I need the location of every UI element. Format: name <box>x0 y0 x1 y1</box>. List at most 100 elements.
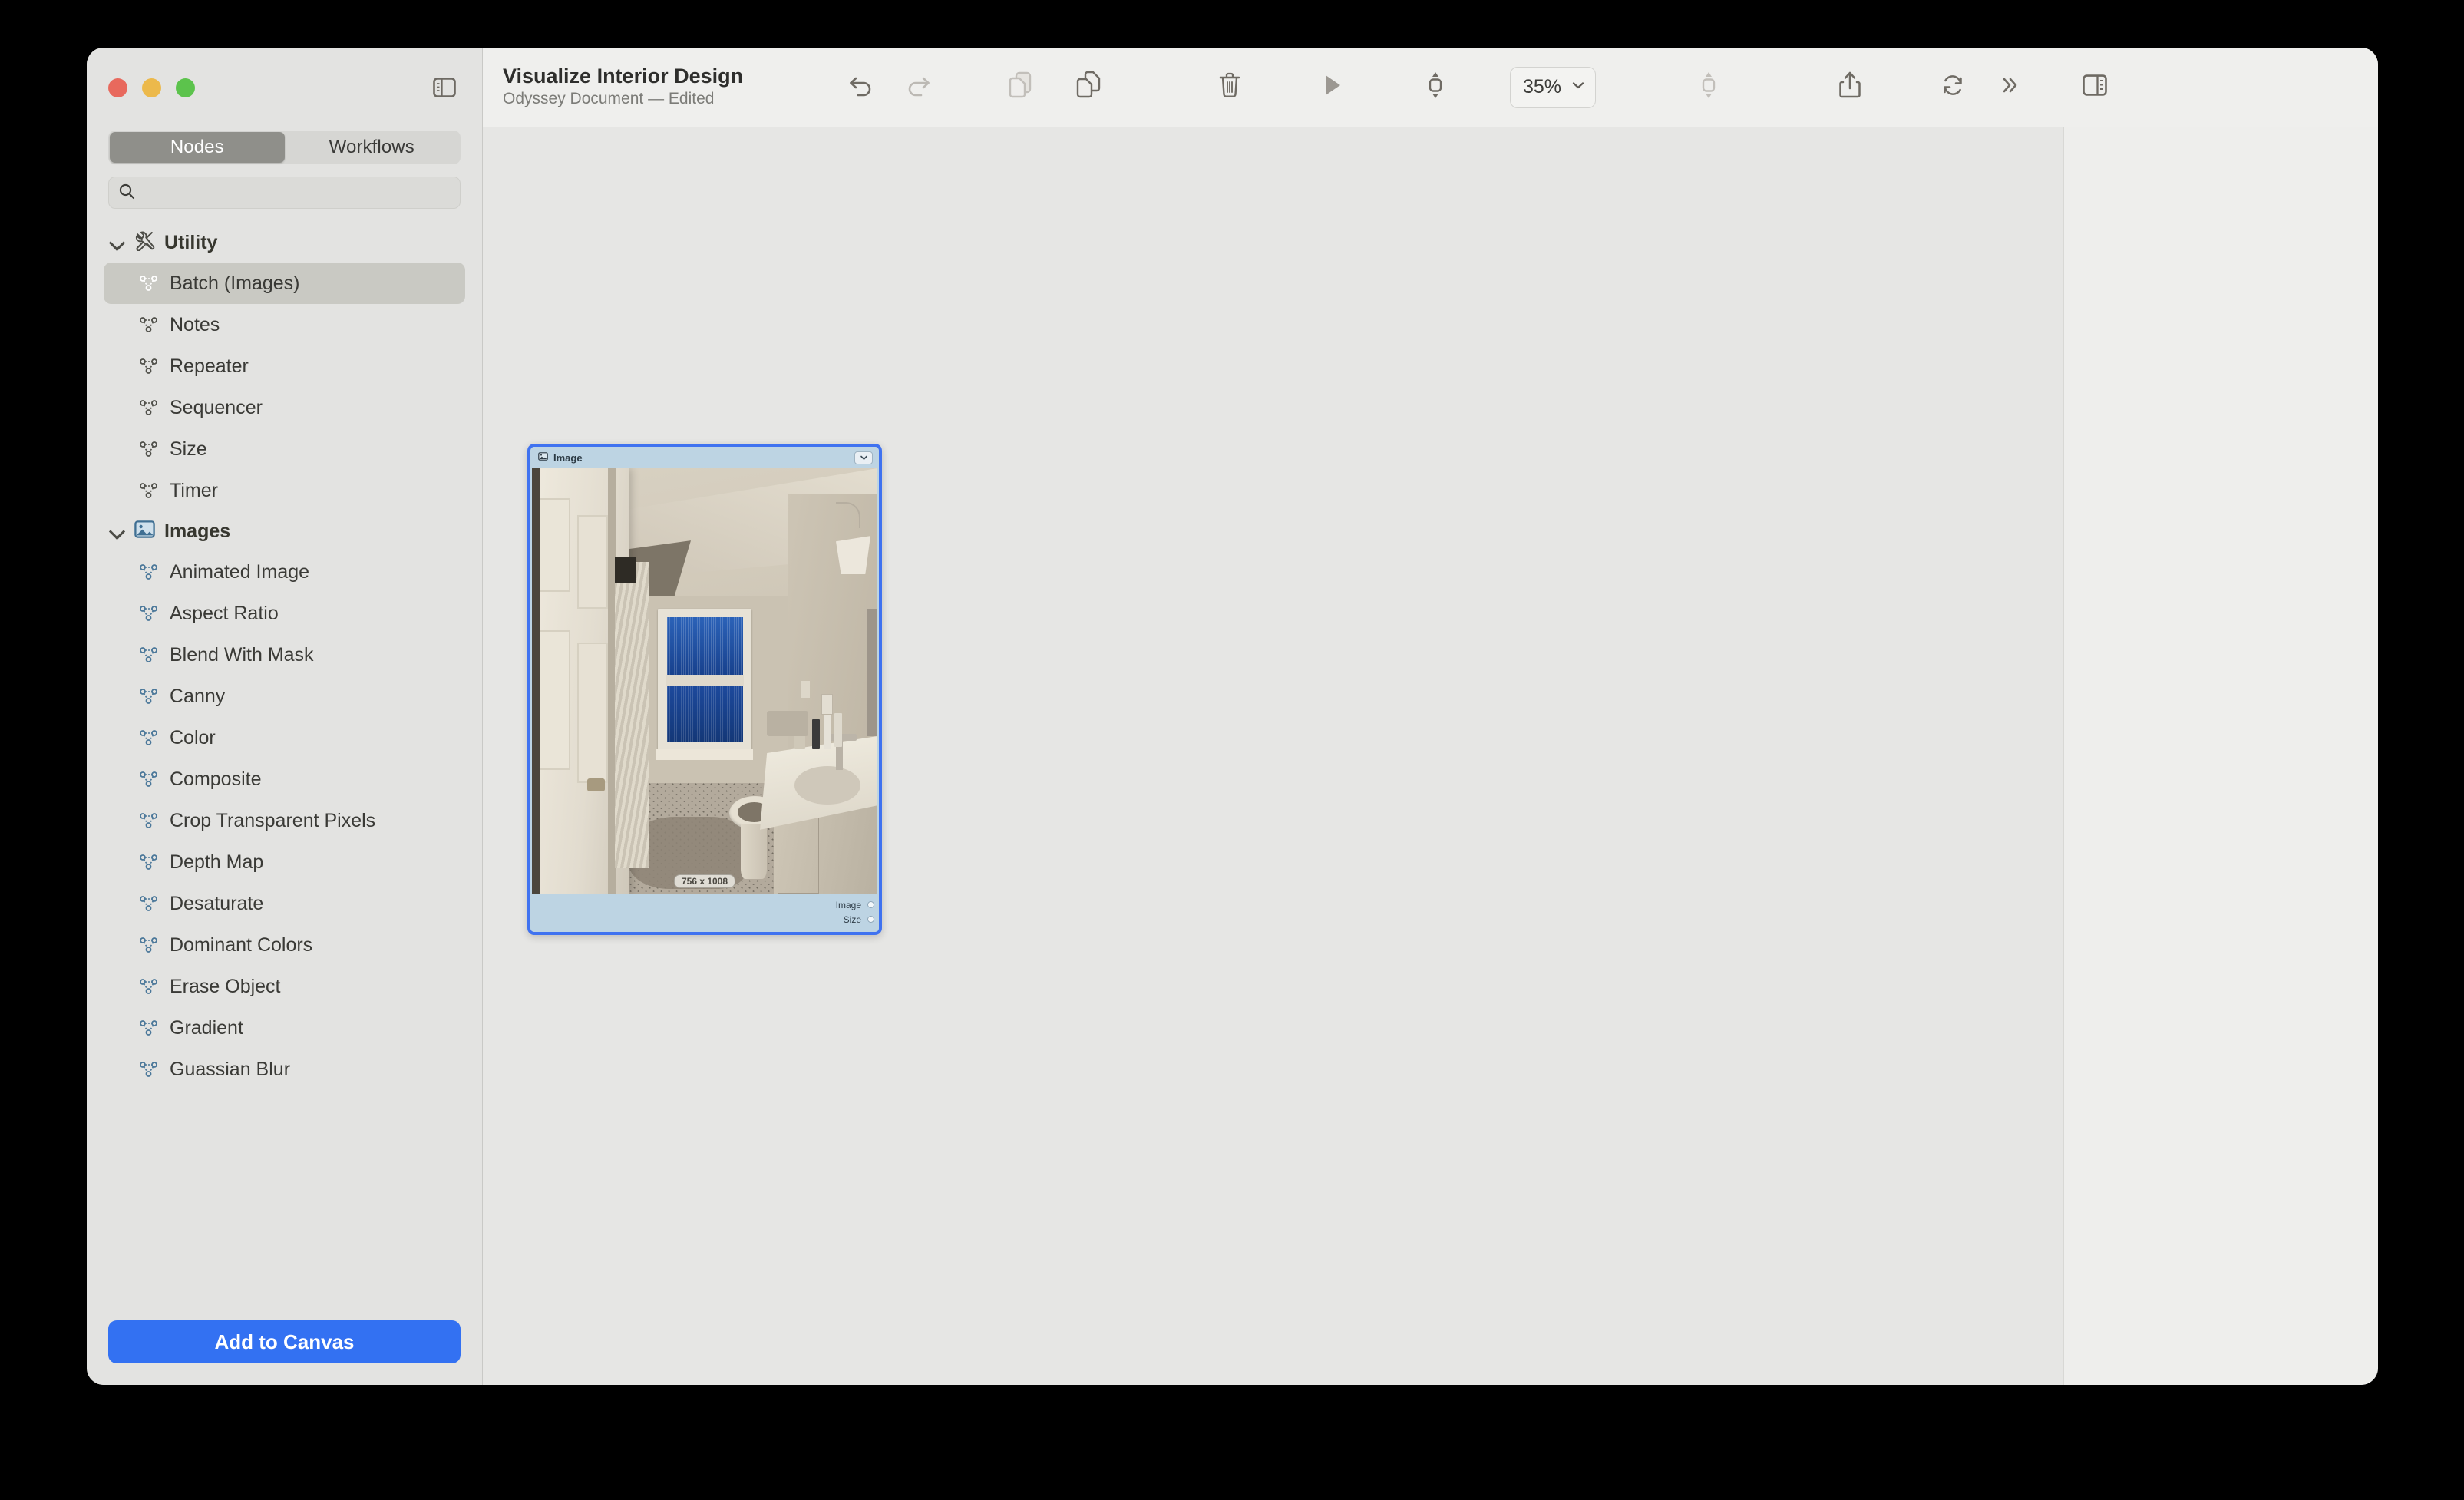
node-image-preview[interactable]: 756 x 1008 <box>532 468 877 894</box>
node-item-label: Guassian Blur <box>170 1059 290 1081</box>
node-menu-button[interactable] <box>854 451 873 464</box>
node-item-label: Size <box>170 438 207 461</box>
node-item-label: Blend With Mask <box>170 644 314 666</box>
node-graph-icon <box>139 356 159 376</box>
node-title: Image <box>553 452 583 464</box>
main-area: Visualize Interior Design Odyssey Docume… <box>483 48 2378 1385</box>
node-item-label: Composite <box>170 768 262 791</box>
node-graph-icon <box>139 894 159 914</box>
duplicate-button[interactable] <box>1060 59 1117 116</box>
node-item-erase-object[interactable]: Erase Object <box>104 966 465 1007</box>
zoom-button[interactable] <box>176 78 195 97</box>
fit-height-button[interactable] <box>1407 59 1464 116</box>
run-button[interactable] <box>1304 59 1361 116</box>
expand-button[interactable] <box>1981 59 2038 116</box>
node-item-timer[interactable]: Timer <box>104 470 465 511</box>
node-graph-icon <box>139 1059 159 1079</box>
node-output-ports: Image Size <box>530 894 879 932</box>
node-item-composite[interactable]: Composite <box>104 758 465 800</box>
node-graph-icon <box>139 481 159 501</box>
node-item-label: Animated Image <box>170 561 309 583</box>
node-item-canny[interactable]: Canny <box>104 676 465 717</box>
photo-icon <box>134 520 155 543</box>
toolbar: Visualize Interior Design Odyssey Docume… <box>483 48 2378 127</box>
sidebar-right-icon <box>2083 74 2107 100</box>
search-icon <box>118 183 135 203</box>
node-item-notes[interactable]: Notes <box>104 304 465 345</box>
node-item-color[interactable]: Color <box>104 717 465 758</box>
node-item-crop-transparent-pixels[interactable]: Crop Transparent Pixels <box>104 800 465 841</box>
node-graph-icon <box>139 935 159 955</box>
node-item-label: Depth Map <box>170 851 263 874</box>
trash-icon <box>1217 71 1242 103</box>
share-icon <box>1838 71 1861 104</box>
add-to-canvas-button[interactable]: Add to Canvas <box>108 1320 461 1363</box>
node-library-list[interactable]: Utility Batch (Images) <box>87 209 482 1310</box>
node-port-image[interactable]: Image <box>530 897 870 912</box>
node-canvas[interactable]: Image <box>483 127 2063 1385</box>
node-item-depth-map[interactable]: Depth Map <box>104 841 465 883</box>
window-titlebar <box>87 48 482 127</box>
canvas-node-image[interactable]: Image <box>527 444 882 935</box>
image-size-badge: 756 x 1008 <box>674 874 735 888</box>
group-header-utility[interactable]: Utility <box>104 223 465 263</box>
bathroom-photo: 756 x 1008 <box>532 468 877 894</box>
node-item-gradient[interactable]: Gradient <box>104 1007 465 1049</box>
zoom-level-value: 35% <box>1523 76 1561 98</box>
node-item-sequencer[interactable]: Sequencer <box>104 387 465 428</box>
fit-vertical-icon <box>1424 71 1447 104</box>
photo-small-icon <box>538 451 548 464</box>
desktop-background: Nodes Workflows <box>0 0 2464 1500</box>
sync-button[interactable] <box>1924 59 1981 116</box>
redo-button[interactable] <box>890 59 946 116</box>
redo-arrow-icon <box>903 72 933 102</box>
chevron-down-icon[interactable] <box>110 235 125 250</box>
node-item-label: Gradient <box>170 1017 243 1039</box>
traffic-lights <box>108 78 195 97</box>
node-item-repeater[interactable]: Repeater <box>104 345 465 387</box>
app-window: Nodes Workflows <box>87 48 2378 1385</box>
arrange-button[interactable] <box>1680 59 1737 116</box>
node-header[interactable]: Image <box>530 447 879 468</box>
tab-workflows[interactable]: Workflows <box>285 132 460 163</box>
node-item-dominant-colors[interactable]: Dominant Colors <box>104 924 465 966</box>
node-item-label: Batch (Images) <box>170 273 300 295</box>
group-header-images[interactable]: Images <box>104 511 465 551</box>
node-graph-icon <box>139 811 159 831</box>
panel-tabs: Nodes Workflows <box>108 131 461 164</box>
search-field[interactable] <box>108 177 461 209</box>
page-title: Visualize Interior Design <box>503 64 833 88</box>
undo-arrow-icon <box>847 72 876 102</box>
tab-nodes[interactable]: Nodes <box>110 132 285 163</box>
share-button[interactable] <box>1822 59 1878 116</box>
sidebar-left-icon[interactable] <box>428 71 461 104</box>
port-connector[interactable] <box>867 916 874 923</box>
close-button[interactable] <box>108 78 127 97</box>
inspector-toggle-button[interactable] <box>2066 59 2123 116</box>
minimize-button[interactable] <box>142 78 161 97</box>
search-input[interactable] <box>143 183 451 203</box>
node-graph-icon <box>139 1018 159 1038</box>
node-item-desaturate[interactable]: Desaturate <box>104 883 465 924</box>
port-connector[interactable] <box>867 901 874 908</box>
node-port-size[interactable]: Size <box>530 912 870 927</box>
node-item-label: Notes <box>170 314 220 336</box>
node-item-batch-images[interactable]: Batch (Images) <box>104 263 465 304</box>
node-item-size[interactable]: Size <box>104 428 465 470</box>
node-item-animated-image[interactable]: Animated Image <box>104 551 465 593</box>
chevron-down-icon[interactable] <box>110 524 125 539</box>
zoom-level-select[interactable]: 35% <box>1510 67 1596 108</box>
node-graph-icon <box>139 398 159 418</box>
node-item-guassian-blur[interactable]: Guassian Blur <box>104 1049 465 1090</box>
delete-button[interactable] <box>1201 59 1258 116</box>
node-graph-icon <box>139 769 159 789</box>
copy-button[interactable] <box>993 59 1049 116</box>
node-graph-icon <box>139 562 159 582</box>
undo-button[interactable] <box>833 59 890 116</box>
node-item-label: Aspect Ratio <box>170 603 279 625</box>
group-label: Images <box>164 520 230 543</box>
node-item-label: Repeater <box>170 355 249 378</box>
node-item-blend-with-mask[interactable]: Blend With Mask <box>104 634 465 676</box>
chevron-down-icon <box>1571 80 1586 94</box>
node-item-aspect-ratio[interactable]: Aspect Ratio <box>104 593 465 634</box>
